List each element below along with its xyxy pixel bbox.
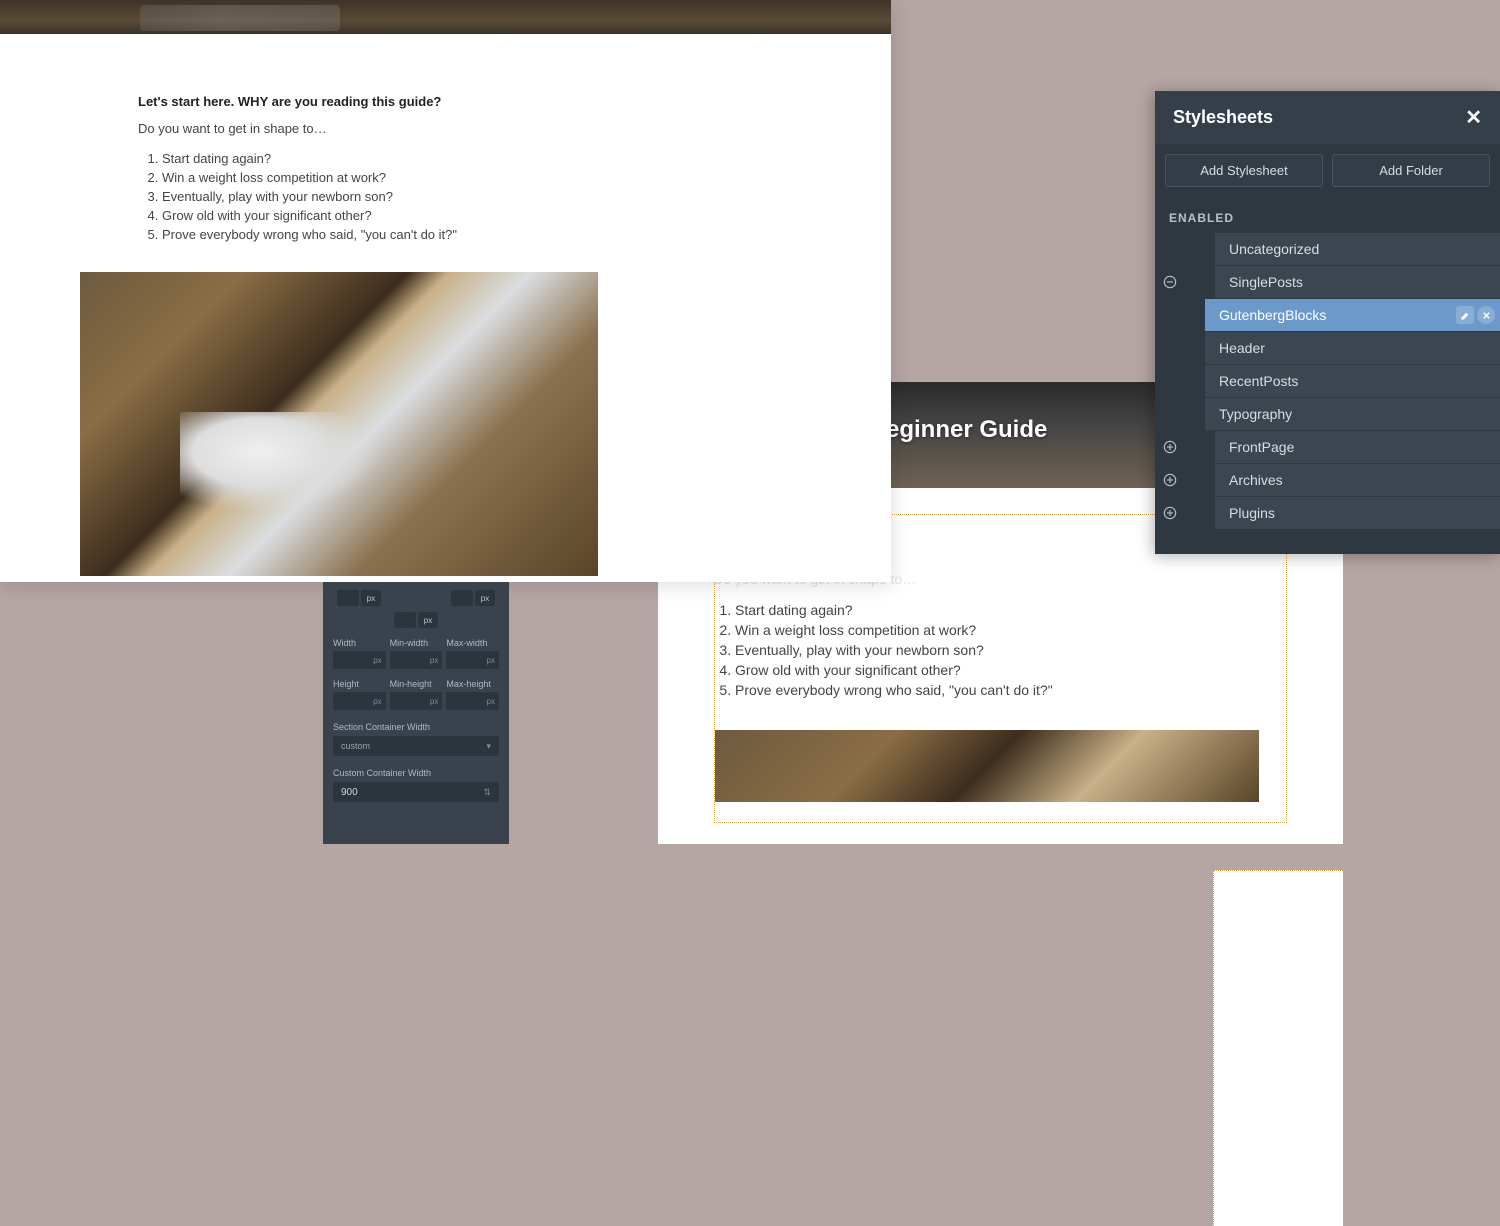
margin-field[interactable]: px (337, 590, 381, 606)
margin-field[interactable]: px (451, 590, 495, 606)
width-label: Width (333, 638, 386, 648)
article-image (80, 272, 598, 576)
edit-icon[interactable] (1456, 306, 1474, 324)
custom-container-width-label: Custom Container Width (333, 768, 499, 778)
stylesheet-item-label: Uncategorized (1215, 233, 1500, 265)
delete-icon[interactable] (1477, 306, 1495, 324)
stylesheet-item-label: FrontPage (1215, 431, 1500, 463)
min-width-label: Min-width (390, 638, 443, 648)
article-intro: Do you want to get in shape to… (138, 121, 753, 136)
enabled-section-label: ENABLED (1155, 193, 1500, 233)
min-width-input[interactable]: px (390, 651, 443, 669)
hero-strip (0, 0, 891, 34)
stylesheet-item[interactable]: Header (1155, 332, 1500, 364)
stylesheet-item[interactable]: Typography (1155, 398, 1500, 430)
list-item: Start dating again? (735, 602, 1266, 618)
list-item: Grow old with your significant other? (162, 208, 753, 223)
stylesheets-panel: Stylesheets ✕ Add Stylesheet Add Folder … (1155, 91, 1500, 554)
section-container-width-label: Section Container Width (333, 722, 499, 732)
article-image (715, 730, 1259, 802)
list-item: Prove everybody wrong who said, "you can… (735, 682, 1266, 698)
custom-container-width-input[interactable]: 900 ⇅ (333, 782, 499, 802)
expand-icon[interactable] (1155, 506, 1185, 520)
width-input[interactable]: px (333, 651, 386, 669)
margin-field[interactable]: px (394, 612, 438, 628)
max-height-input[interactable]: px (446, 692, 499, 710)
height-input[interactable]: px (333, 692, 386, 710)
list-item: Eventually, play with your newborn son? (162, 189, 753, 204)
stylesheet-item[interactable]: RecentPosts (1155, 365, 1500, 397)
chevron-down-icon: ▾ (486, 741, 491, 752)
article-list: Start dating again? Win a weight loss co… (138, 151, 753, 242)
stylesheet-item[interactable]: Plugins (1155, 497, 1500, 529)
height-label: Height (333, 679, 386, 689)
stylesheet-item-label: Typography (1205, 398, 1500, 430)
stylesheet-item-label: Header (1205, 332, 1500, 364)
stylesheet-item[interactable]: FrontPage (1155, 431, 1500, 463)
min-height-input[interactable]: px (390, 692, 443, 710)
size-spacing-panel: px px px Width px Min-width px Max-width… (323, 582, 509, 844)
stylesheet-item[interactable]: SinglePosts (1155, 266, 1500, 298)
hero-title-fragment: eginner Guide (886, 416, 1047, 444)
list-item: Win a weight loss competition at work? (162, 170, 753, 185)
list-item: Grow old with your significant other? (735, 662, 1266, 678)
max-width-input[interactable]: px (446, 651, 499, 669)
section-container-width-select[interactable]: custom ▾ (333, 736, 499, 756)
add-stylesheet-button[interactable]: Add Stylesheet (1165, 154, 1323, 187)
stylesheet-item[interactable]: Uncategorized (1155, 233, 1500, 265)
close-icon[interactable]: ✕ (1465, 105, 1482, 130)
stylesheet-item-label: RecentPosts (1205, 365, 1500, 397)
min-height-label: Min-height (390, 679, 443, 689)
stepper-icon: ⇅ (483, 787, 491, 798)
collapse-icon[interactable] (1155, 275, 1185, 289)
list-item: Start dating again? (162, 151, 753, 166)
max-width-label: Max-width (446, 638, 499, 648)
expand-icon[interactable] (1155, 440, 1185, 454)
editor-preview-primary: Let's start here. WHY are you reading th… (0, 0, 891, 582)
panel-title: Stylesheets (1173, 107, 1273, 128)
list-item: Prove everybody wrong who said, "you can… (162, 227, 753, 242)
stylesheet-item[interactable]: GutenbergBlocks (1155, 299, 1500, 331)
stylesheet-item-label: Plugins (1215, 497, 1500, 529)
article-list: Start dating again? Win a weight loss co… (715, 602, 1266, 698)
stylesheet-item-label: SinglePosts (1215, 266, 1500, 298)
article-heading: Let's start here. WHY are you reading th… (138, 94, 753, 109)
stylesheet-list: UncategorizedSinglePostsGutenbergBlocksH… (1155, 233, 1500, 529)
expand-icon[interactable] (1155, 473, 1185, 487)
list-item: Eventually, play with your newborn son? (735, 642, 1266, 658)
stylesheet-item[interactable]: Archives (1155, 464, 1500, 496)
stylesheet-item-label: Archives (1215, 464, 1500, 496)
sidebar-outline (1213, 870, 1343, 1226)
add-folder-button[interactable]: Add Folder (1332, 154, 1490, 187)
list-item: Win a weight loss competition at work? (735, 622, 1266, 638)
max-height-label: Max-height (446, 679, 499, 689)
